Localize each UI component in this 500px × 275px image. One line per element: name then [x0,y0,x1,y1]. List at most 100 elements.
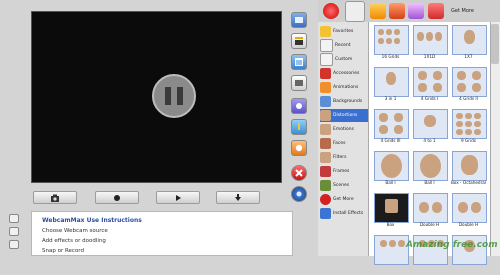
effect-label: 16 Grids [381,54,400,59]
effect-label: 3 in 1 [384,96,397,101]
play-icon [176,194,181,201]
emotion-face-icon [320,124,331,135]
effect-label: Double H [458,222,479,227]
category-backgrounds[interactable]: Backgrounds [320,95,368,108]
effect-label: Ball I [385,180,396,185]
tab-favorites[interactable] [428,3,444,19]
settings-tool-button[interactable] [291,140,307,156]
effect-label: 1X7 [464,54,473,59]
instruction-line: Choose Webcam source [42,228,108,234]
tab-effects[interactable] [345,1,365,22]
effect-item[interactable]: Box - Octahedral [450,151,487,191]
effect-item[interactable]: 4 Grids I [411,67,448,107]
butterfly-icon [320,82,331,93]
film-tool-button[interactable] [291,75,307,91]
note-button[interactable] [9,240,19,249]
effect-label: Box - Octahedral [450,180,487,185]
effect-label: 4 Grids I [420,96,439,101]
info-button[interactable] [9,214,19,223]
category-animations[interactable]: Animations [320,81,368,94]
instruction-line: Add effects or doodling [42,238,106,244]
scene-icon [320,180,331,191]
effect-item[interactable]: 1X7 [450,25,487,65]
effect-item[interactable]: 4 Grids II [450,67,487,107]
effect-thumbnail [374,151,409,181]
category-get-more[interactable]: Get More [320,193,368,206]
effect-thumbnail [413,193,448,223]
category-faces[interactable]: Faces [320,137,368,150]
tab-clear[interactable] [323,3,339,19]
category-filters[interactable]: Filters [320,151,368,164]
landscape-icon [320,96,331,107]
effect-thumbnail [374,67,409,97]
effect-item[interactable]: Double H [450,193,487,233]
effect-item[interactable]: Ball I [372,151,409,191]
webcam-icon [295,17,303,23]
effect-item[interactable]: 4 Grids III [372,109,409,149]
star-icon [320,26,331,37]
effect-item[interactable]: Double H [411,193,448,233]
pause-button[interactable] [152,74,196,118]
category-distortions[interactable]: Distortions [320,109,368,122]
brush-icon [298,123,300,130]
get-more-icon [320,194,331,205]
scrollbar-thumb[interactable] [491,24,499,64]
effect-item[interactable]: 3 in 1 [372,67,409,107]
video-preview[interactable] [31,11,282,183]
effect-item[interactable] [372,235,409,275]
category-custom[interactable]: Custom [320,53,368,66]
effect-thumbnail [452,151,487,181]
effect-label: 9 Grids [461,138,476,143]
instruction-line: Snap or Record [42,248,84,254]
effect-thumbnail [413,25,448,55]
effect-thumbnail [413,67,448,97]
category-accessories[interactable]: Accessories [320,67,368,80]
install-icon [320,208,331,219]
webcam-tool-button[interactable] [291,12,307,28]
snapshot-button[interactable] [33,191,77,204]
download-icon [235,193,241,201]
tab-paint[interactable] [408,3,424,19]
play-button[interactable] [156,191,200,204]
tab-video[interactable] [389,3,405,19]
tab-documents[interactable] [370,3,386,19]
gear-icon [295,144,303,152]
paint-tool-button[interactable] [291,119,307,135]
face-icon [320,110,331,121]
close-icon [295,169,303,177]
effect-item[interactable]: 4 to 1 [411,109,448,149]
category-recent[interactable]: Recent [320,39,368,52]
effect-item[interactable]: 1X1D [411,25,448,65]
document-icon [320,39,333,52]
category-emotions[interactable]: Emotions [320,123,368,136]
filter-face-icon [320,152,331,163]
download-button[interactable] [216,191,260,204]
effect-thumbnail [413,151,448,181]
list-button[interactable] [9,227,19,236]
hat-icon [320,68,331,79]
record-button[interactable] [95,191,139,204]
category-favorites[interactable]: Favorites [320,25,368,38]
category-frames[interactable]: Frames [320,165,368,178]
effects-tool-button[interactable] [291,98,307,114]
effect-item[interactable]: 9 Grids [450,109,487,149]
get-more-link[interactable]: Get More [451,8,474,14]
watermark-text: Amazing free.com [406,240,498,250]
close-tool-button[interactable] [291,165,307,181]
effect-item[interactable]: 16 Grids [372,25,409,65]
effect-label: 4 Grids III [380,138,401,143]
clapper-tool-button[interactable] [291,33,307,49]
category-scenes[interactable]: Scenes [320,179,368,192]
options-tool-button[interactable] [291,186,307,202]
record-icon [114,194,120,201]
category-install-effects[interactable]: Install Effects [320,207,368,220]
effect-label: Ball I [424,180,435,185]
page-icon [320,53,333,66]
effect-item[interactable]: Ball I [411,151,448,191]
window-tool-button[interactable] [291,54,307,70]
effect-item[interactable]: Box [372,193,409,233]
effect-gallery: 16 Grids 1X1D 1X7 3 in 1 4 Grids I 4 Gri… [368,22,490,265]
effect-label: 4 Grids II [459,96,478,101]
effect-label: 4 to 1 [423,138,436,143]
instructions-title: WebcamMax Use Instructions [42,217,142,224]
